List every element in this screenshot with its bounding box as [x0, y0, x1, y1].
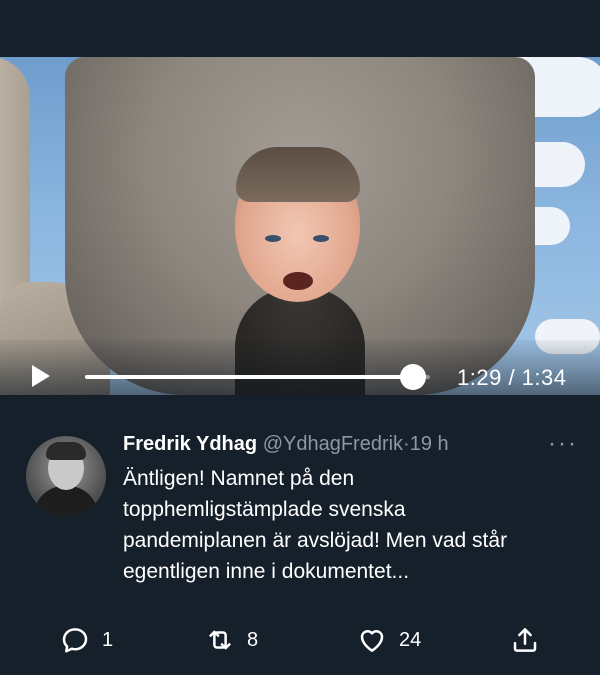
eye	[265, 235, 281, 242]
separator: ·	[403, 433, 410, 455]
like-button[interactable]: 24	[357, 625, 421, 655]
avatar-hair	[46, 442, 86, 460]
tweet-text-line: pandemiplanen är avslöjad! Men vad står	[123, 529, 508, 552]
current-time: 1:29	[457, 365, 502, 390]
tweet-text-line: Äntligen! Namnet på den	[123, 467, 355, 490]
play-icon[interactable]	[32, 365, 50, 387]
share-icon	[513, 628, 537, 652]
top-bar	[0, 0, 600, 57]
display-name[interactable]: Fredrik Ydhag	[123, 433, 257, 455]
tweet-header: Fredrik Ydhag @YdhagFredrik·19 h	[123, 433, 449, 456]
share-button[interactable]	[510, 625, 540, 655]
avatar[interactable]	[26, 436, 106, 516]
tweet-text-line: egentligen inne i dokumentet...	[123, 560, 410, 583]
avatar-body	[34, 486, 98, 516]
hair	[236, 147, 360, 202]
duration: 1:34	[521, 365, 567, 390]
video-time: 1:29 / 1:34	[457, 365, 567, 390]
progress-fill	[85, 375, 413, 379]
reply-count: 1	[102, 628, 114, 651]
retweet-button[interactable]: 8	[205, 625, 258, 655]
heart-icon	[360, 630, 384, 652]
progress-knob[interactable]	[399, 364, 426, 390]
reply-icon	[62, 628, 88, 653]
more-icon[interactable]: ···	[548, 430, 578, 458]
retweet-icon	[209, 630, 231, 650]
progress-track[interactable]	[85, 375, 430, 379]
mouth	[283, 272, 313, 290]
retweet-count: 8	[247, 628, 259, 651]
user-handle[interactable]: @YdhagFredrik	[263, 433, 403, 455]
eye	[313, 235, 329, 242]
reply-button[interactable]: 1	[60, 625, 113, 655]
tweet-text-line: topphemligstämplade svenska	[123, 498, 406, 521]
tweet-text: Äntligen! Namnet på den topphemligstämpl…	[123, 463, 583, 587]
tweet-age[interactable]: 19 h	[410, 433, 449, 455]
like-count: 24	[399, 628, 422, 651]
